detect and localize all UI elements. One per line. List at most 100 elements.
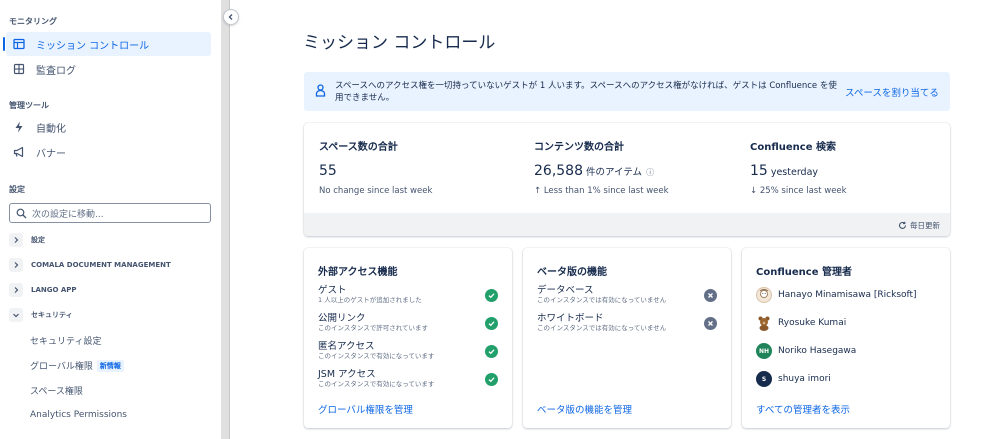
check-icon	[485, 289, 498, 302]
sidebar-item-space-permissions[interactable]: スペース権限	[30, 384, 83, 397]
stat-delta-text: Less than 1% since last week	[543, 186, 669, 196]
avatar	[756, 315, 772, 331]
cross-icon	[704, 317, 717, 330]
feature-whiteboard: ホワイトボード このインスタンスでは有効になっていません	[537, 313, 717, 333]
stat-value: 15 yesterday	[750, 163, 818, 179]
update-label: 毎日更新	[910, 221, 940, 230]
feature-jsm-access: JSM アクセス このインスタンスで有効になっています	[318, 369, 498, 389]
admin-name: Noriko Hasegawa	[778, 346, 857, 356]
external-access-card: 外部アクセス機能 ゲスト 1 人以上のゲストが追加されました 公開リンク このイ…	[304, 248, 512, 428]
stat-label: コンテンツ数の合計	[534, 142, 624, 153]
sidebar-item-global-permissions[interactable]: グローバル権限 新情報	[30, 359, 124, 372]
megaphone-icon	[11, 144, 27, 160]
chevron-right-icon	[9, 258, 23, 272]
stats-footer: 毎日更新	[304, 213, 950, 236]
sidebar-item-label: セキュリティ設定	[30, 337, 102, 347]
feature-name: ホワイトボード	[537, 313, 604, 324]
sidebar-group-label: 設定	[31, 236, 45, 244]
check-icon	[485, 317, 498, 330]
sidebar-group-comala[interactable]: COMALA DOCUMENT MANAGEMENT	[9, 257, 171, 273]
feature-database: データベース このインスタンスでは有効になっていません	[537, 285, 717, 305]
sidebar-item-label: スペース権限	[30, 387, 83, 397]
page-title: ミッション コントロール	[303, 33, 496, 53]
sidebar-group-lango[interactable]: LANGO APP	[9, 282, 77, 298]
card-title: Confluence 管理者	[756, 267, 852, 278]
sidebar: モニタリング ミッション コントロール 監査ログ 管理ツール 自動化 バナー 設…	[0, 0, 221, 439]
stat-label: Confluence 検索	[750, 142, 836, 153]
guest-info-banner: スペースへのアクセス権を一切持っていないゲストが 1 人います。スペースへのアク…	[304, 72, 950, 111]
check-icon	[485, 373, 498, 386]
card-title: ベータ版の機能	[537, 267, 607, 278]
feature-name: JSM アクセス	[318, 369, 376, 380]
manage-global-permissions-link[interactable]: グローバル権限を管理	[318, 402, 413, 416]
search-icon	[16, 208, 27, 219]
stat-unit: 件のアイテム	[586, 167, 643, 178]
settings-search-input[interactable]: 次の設定に移動...	[9, 203, 211, 223]
chevron-right-icon	[9, 283, 23, 297]
chevron-left-icon	[227, 13, 235, 21]
avatar	[756, 287, 772, 303]
sidebar-heading-settings: 設定	[9, 185, 25, 194]
feature-name: ゲスト	[318, 285, 347, 296]
stat-unit: yesterday	[770, 167, 819, 178]
feature-desc: このインスタンスで有効になっています	[318, 380, 435, 388]
sidebar-item-security-settings[interactable]: セキュリティ設定	[30, 334, 101, 347]
feature-anonymous-access: 匿名アクセス このインスタンスで有効になっています	[318, 341, 498, 361]
feature-name: 匿名アクセス	[318, 341, 375, 352]
manage-beta-features-link[interactable]: ベータ版の機能を管理	[537, 402, 632, 416]
sidebar-item-audit-log[interactable]: 監査ログ	[6, 57, 211, 81]
feature-desc: 1 人以上のゲストが追加されました	[318, 296, 422, 304]
stat-delta: ↑ Less than 1% since last week	[534, 186, 669, 196]
admin-name: shuya imori	[778, 374, 831, 384]
sidebar-group-label: セキュリティ	[31, 311, 73, 319]
feature-public-link: 公開リンク このインスタンスで許可されています	[318, 313, 498, 333]
avatar: S	[756, 371, 772, 387]
update-frequency: 毎日更新	[898, 220, 940, 231]
sidebar-item-analytics-permissions[interactable]: Analytics Permissions	[30, 410, 127, 420]
dashboard-icon	[11, 36, 27, 52]
stat-label: スペース数の合計	[319, 142, 398, 153]
sidebar-group-settings[interactable]: 設定	[9, 232, 45, 248]
feature-name: データベース	[537, 285, 594, 296]
stat-value: 26,588 件のアイテム ⓘ	[534, 163, 654, 179]
stat-delta: ↓ 25% since last week	[750, 186, 847, 196]
avatar: NH	[756, 343, 772, 359]
sidebar-group-label: LANGO APP	[31, 286, 77, 294]
cross-icon	[704, 289, 717, 302]
sidebar-item-mission-control[interactable]: ミッション コントロール	[3, 32, 211, 56]
stat-number: 55	[319, 163, 337, 179]
new-badge: 新情報	[96, 359, 124, 372]
sidebar-item-label: バナー	[36, 148, 66, 160]
sidebar-item-label: 監査ログ	[36, 65, 76, 77]
feature-guest: ゲスト 1 人以上のゲストが追加されました	[318, 285, 498, 305]
feature-desc: このインスタンスでは有効になっていません	[537, 296, 667, 304]
collapse-sidebar-button[interactable]	[223, 9, 239, 25]
check-icon	[485, 345, 498, 358]
card-title: 外部アクセス機能	[318, 267, 398, 278]
refresh-icon	[898, 221, 907, 230]
admin-row[interactable]: S shuya imori	[756, 371, 831, 387]
sidebar-heading-monitoring: モニタリング	[9, 17, 57, 26]
feature-desc: このインスタンスで許可されています	[318, 324, 429, 332]
info-icon[interactable]: ⓘ	[646, 167, 654, 178]
stat-number: 15	[750, 163, 768, 179]
assign-spaces-link[interactable]: スペースを割り当てる	[845, 85, 939, 99]
stat-number: 26,588	[534, 163, 583, 179]
chevron-right-icon	[9, 233, 23, 247]
arrow-down-icon: ↓	[750, 186, 758, 196]
sidebar-item-label: グローバル権限	[30, 362, 93, 372]
chevron-down-icon	[9, 308, 23, 322]
admin-row[interactable]: Hanayo Minamisawa [Ricksoft]	[756, 287, 917, 303]
admins-card: Confluence 管理者 Hanayo Minamisawa [Rickso…	[742, 248, 950, 428]
sidebar-group-security[interactable]: セキュリティ	[9, 307, 73, 323]
sidebar-item-banner[interactable]: バナー	[6, 140, 211, 164]
sidebar-item-automation[interactable]: 自動化	[6, 115, 211, 139]
stat-delta-text: 25% since last week	[759, 186, 847, 196]
feature-desc: このインスタンスでは有効になっていません	[537, 324, 667, 332]
divider	[229, 0, 230, 439]
feature-name: 公開リンク	[318, 313, 366, 324]
view-all-admins-link[interactable]: すべての管理者を表示	[756, 402, 850, 416]
admin-row[interactable]: NH Noriko Hasegawa	[756, 343, 856, 359]
lightning-icon	[11, 119, 27, 135]
admin-row[interactable]: Ryosuke Kumai	[756, 315, 846, 331]
